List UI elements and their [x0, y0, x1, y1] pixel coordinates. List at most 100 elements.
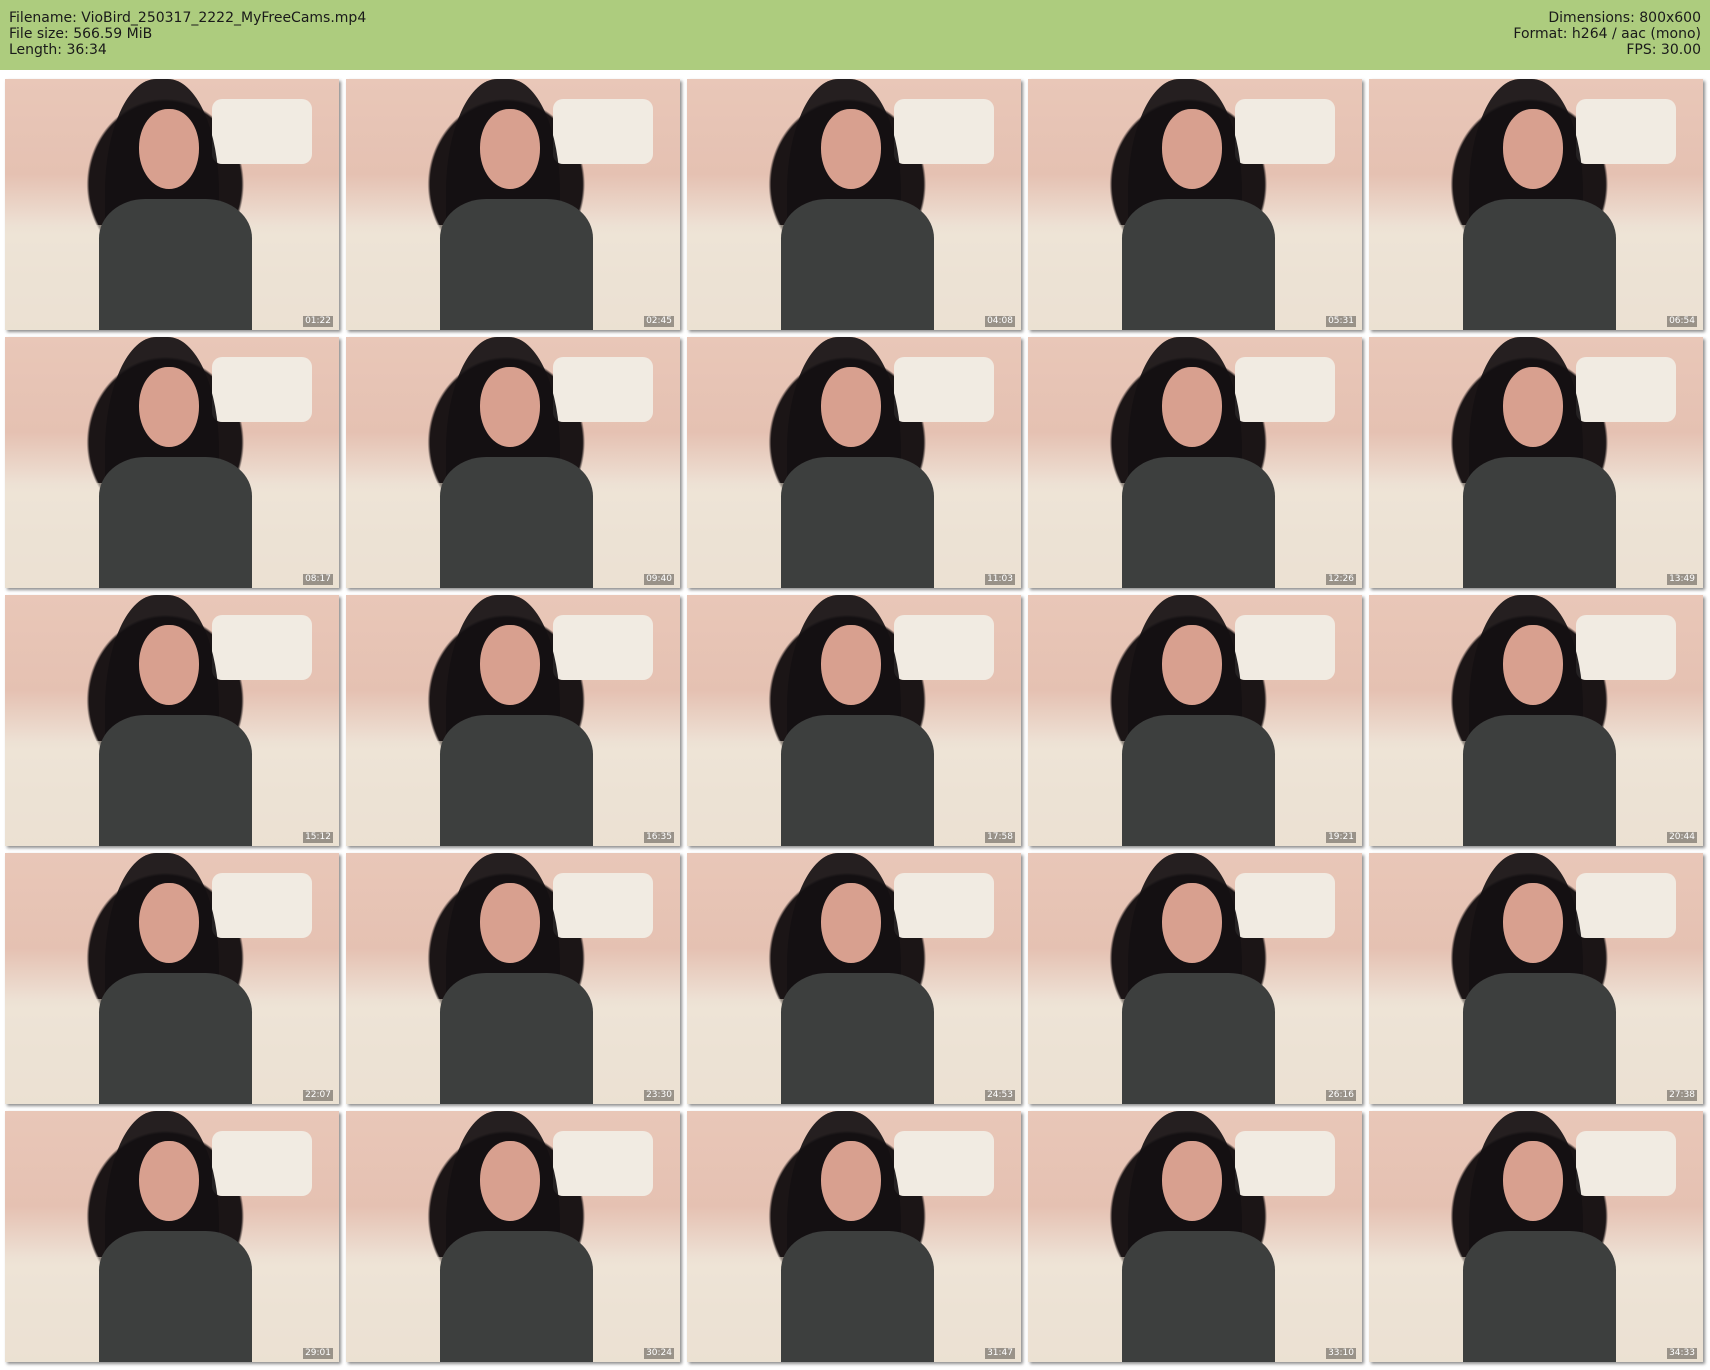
thumbnail-pillow — [1576, 357, 1677, 423]
thumbnail[interactable]: 12:26 — [1028, 337, 1362, 588]
thumbnail[interactable]: 22:07 — [5, 853, 339, 1104]
thumbnail[interactable]: 17:58 — [687, 595, 1021, 846]
thumbnail[interactable]: 01:22 — [5, 79, 339, 330]
thumbnail-face — [1161, 883, 1222, 964]
thumbnail-pillow — [212, 357, 313, 423]
timestamp-label: 02:45 — [644, 316, 674, 327]
thumbnail-face — [820, 883, 881, 964]
timestamp-label: 23:30 — [644, 1090, 674, 1101]
timestamp-label: 01:22 — [303, 316, 333, 327]
thumbnail[interactable]: 20:44 — [1369, 595, 1703, 846]
thumbnail[interactable]: 24:53 — [687, 853, 1021, 1104]
thumbnail[interactable]: 08:17 — [5, 337, 339, 588]
format-text: Format: h264 / aac (mono) — [1513, 26, 1701, 42]
timestamp-label: 29:01 — [303, 1348, 333, 1359]
thumbnail-shirt — [780, 199, 935, 330]
thumbnail-face — [820, 1141, 881, 1222]
length-text: Length: 36:34 — [9, 42, 107, 58]
thumbnail-shirt — [1121, 715, 1276, 846]
thumbnail-face — [1161, 367, 1222, 448]
thumbnail-face — [138, 1141, 199, 1222]
thumbnail-pillow — [553, 615, 654, 681]
thumbnail-pillow — [1235, 1131, 1336, 1197]
thumbnail-pillow — [1576, 873, 1677, 939]
thumbnail[interactable]: 23:30 — [346, 853, 680, 1104]
thumbnail[interactable]: 09:40 — [346, 337, 680, 588]
thumbnail-face — [1502, 883, 1563, 964]
thumbnail-face — [1502, 367, 1563, 448]
thumbnail-face — [479, 1141, 540, 1222]
thumbnail-shirt — [1121, 973, 1276, 1104]
timestamp-label: 24:53 — [985, 1090, 1015, 1101]
thumbnail-shirt — [1462, 457, 1617, 588]
thumbnail-pillow — [1235, 615, 1336, 681]
timestamp-label: 08:17 — [303, 574, 333, 585]
timestamp-label: 27:38 — [1667, 1090, 1697, 1101]
thumbnail-pillow — [553, 873, 654, 939]
thumbnail-shirt — [98, 199, 253, 330]
thumbnail-pillow — [212, 1131, 313, 1197]
timestamp-label: 31:47 — [985, 1348, 1015, 1359]
thumbnail-pillow — [1235, 873, 1336, 939]
thumbnail[interactable]: 26:16 — [1028, 853, 1362, 1104]
fps-text: FPS: 30.00 — [1626, 42, 1701, 58]
thumbnail-shirt — [439, 1231, 594, 1362]
info-header: Filename: VioBird_250317_2222_MyFreeCams… — [0, 0, 1710, 70]
thumbnail[interactable]: 02:45 — [346, 79, 680, 330]
thumbnail-shirt — [98, 457, 253, 588]
thumbnail-face — [820, 367, 881, 448]
thumbnail-face — [1502, 625, 1563, 706]
thumbnail-face — [479, 883, 540, 964]
thumbnail-face — [138, 883, 199, 964]
thumbnail-shirt — [780, 973, 935, 1104]
thumbnail[interactable]: 33:10 — [1028, 1111, 1362, 1362]
thumbnail[interactable]: 29:01 — [5, 1111, 339, 1362]
thumbnail-shirt — [98, 1231, 253, 1362]
thumbnail[interactable]: 34:33 — [1369, 1111, 1703, 1362]
thumbnail-pillow — [894, 99, 995, 165]
thumbnail[interactable]: 31:47 — [687, 1111, 1021, 1362]
thumbnail-shirt — [1121, 457, 1276, 588]
filename-text: Filename: VioBird_250317_2222_MyFreeCams… — [9, 10, 367, 26]
thumbnail-shirt — [1121, 199, 1276, 330]
thumbnail[interactable]: 05:31 — [1028, 79, 1362, 330]
thumbnail[interactable]: 06:54 — [1369, 79, 1703, 330]
thumbnail-pillow — [894, 615, 995, 681]
thumbnail-shirt — [1121, 1231, 1276, 1362]
stream-info: Dimensions: 800x600 Format: h264 / aac (… — [1513, 10, 1701, 58]
thumbnail-pillow — [553, 99, 654, 165]
thumbnail-pillow — [894, 873, 995, 939]
thumbnail[interactable]: 16:35 — [346, 595, 680, 846]
thumbnail-pillow — [894, 1131, 995, 1197]
thumbnail-pillow — [553, 1131, 654, 1197]
thumbnail-shirt — [1462, 715, 1617, 846]
thumbnail[interactable]: 04:08 — [687, 79, 1021, 330]
timestamp-label: 34:33 — [1667, 1348, 1697, 1359]
timestamp-label: 06:54 — [1667, 316, 1697, 327]
timestamp-label: 11:03 — [985, 574, 1015, 585]
thumbnail[interactable]: 27:38 — [1369, 853, 1703, 1104]
thumbnail-pillow — [212, 615, 313, 681]
timestamp-label: 13:49 — [1667, 574, 1697, 585]
thumbnail-face — [1161, 625, 1222, 706]
thumbnail-grid: 01:22 02:45 04:08 05:31 06:54 08:17 09:4… — [5, 79, 1705, 1364]
thumbnail-shirt — [439, 715, 594, 846]
thumbnail[interactable]: 13:49 — [1369, 337, 1703, 588]
timestamp-label: 33:10 — [1326, 1348, 1356, 1359]
thumbnail[interactable]: 15:12 — [5, 595, 339, 846]
timestamp-label: 09:40 — [644, 574, 674, 585]
thumbnail-shirt — [1462, 1231, 1617, 1362]
thumbnail-face — [1161, 1141, 1222, 1222]
thumbnail-pillow — [1576, 1131, 1677, 1197]
thumbnail[interactable]: 11:03 — [687, 337, 1021, 588]
thumbnail-pillow — [894, 357, 995, 423]
thumbnail-face — [1502, 1141, 1563, 1222]
thumbnail-pillow — [1576, 615, 1677, 681]
thumbnail[interactable]: 30:24 — [346, 1111, 680, 1362]
thumbnail-face — [479, 109, 540, 190]
timestamp-label: 20:44 — [1667, 832, 1697, 843]
thumbnail[interactable]: 19:21 — [1028, 595, 1362, 846]
thumbnail-face — [820, 109, 881, 190]
thumbnail-shirt — [1462, 973, 1617, 1104]
dimensions-text: Dimensions: 800x600 — [1548, 10, 1701, 26]
